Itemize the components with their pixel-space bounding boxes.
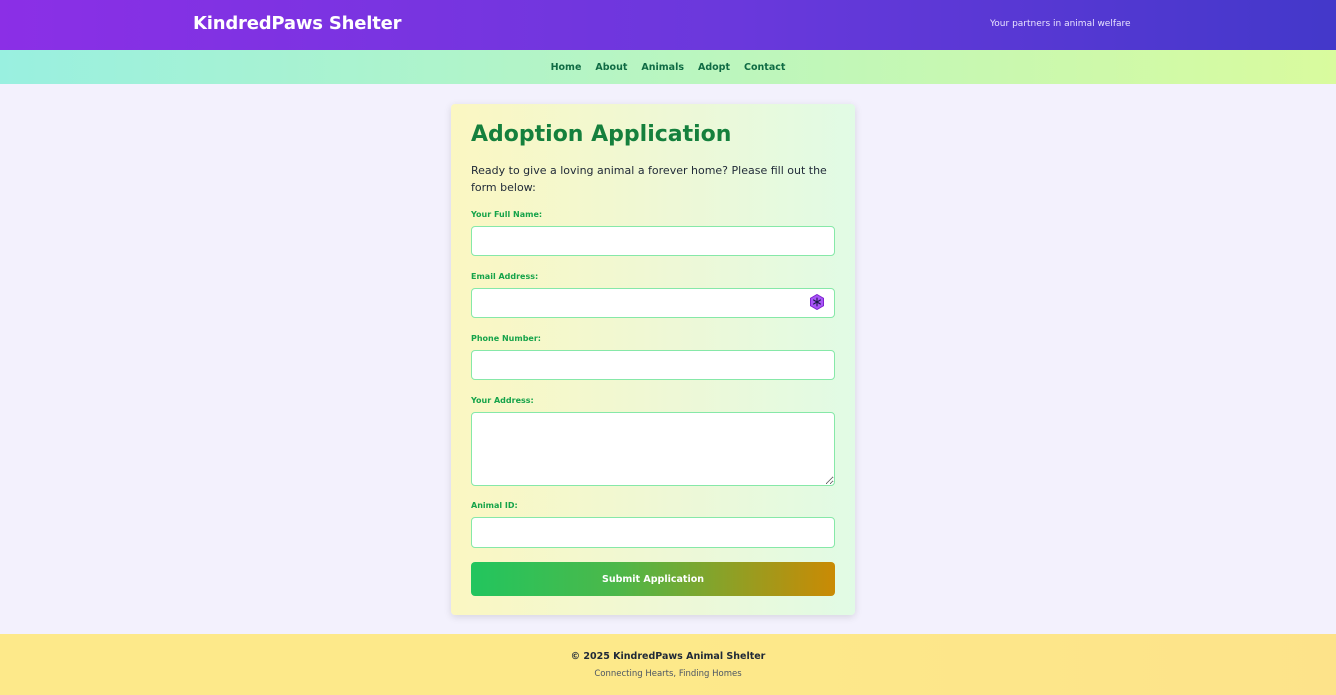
animal-id-label: Animal ID: (471, 501, 518, 510)
animal-id-input[interactable] (471, 517, 835, 548)
footer-slogan: Connecting Hearts, Finding Homes (594, 669, 742, 679)
phone-input[interactable] (471, 350, 835, 380)
site-tagline: Your partners in animal welfare (990, 19, 1131, 29)
form-title: Adoption Application (471, 122, 732, 147)
nav-link-adopt[interactable]: Adopt (698, 62, 730, 73)
email-input[interactable] (471, 288, 835, 318)
site-brand[interactable]: KindredPaws Shelter (193, 13, 402, 34)
site-header: KindredPaws Shelter Your partners in ani… (0, 0, 1336, 50)
password-manager-icon[interactable] (809, 293, 825, 311)
full-name-input[interactable] (471, 226, 835, 256)
site-footer: © 2025 KindredPaws Animal Shelter Connec… (0, 634, 1336, 695)
nav-link-about[interactable]: About (595, 62, 627, 73)
email-label: Email Address: (471, 272, 539, 281)
form-intro: Ready to give a loving animal a forever … (471, 164, 827, 194)
address-label: Your Address: (471, 396, 534, 405)
full-name-label: Your Full Name: (471, 210, 543, 219)
footer-copyright: © 2025 KindredPaws Animal Shelter (570, 651, 766, 662)
nav-link-home[interactable]: Home (551, 62, 582, 73)
nav-link-contact[interactable]: Contact (744, 62, 785, 73)
adoption-form-card: Adoption Application Ready to give a lov… (451, 104, 855, 615)
address-textarea[interactable] (471, 412, 835, 486)
main-nav: Home About Animals Adopt Contact (0, 50, 1336, 84)
phone-label: Phone Number: (471, 334, 541, 343)
nav-link-animals[interactable]: Animals (641, 62, 684, 73)
submit-application-button[interactable]: Submit Application (471, 562, 835, 596)
